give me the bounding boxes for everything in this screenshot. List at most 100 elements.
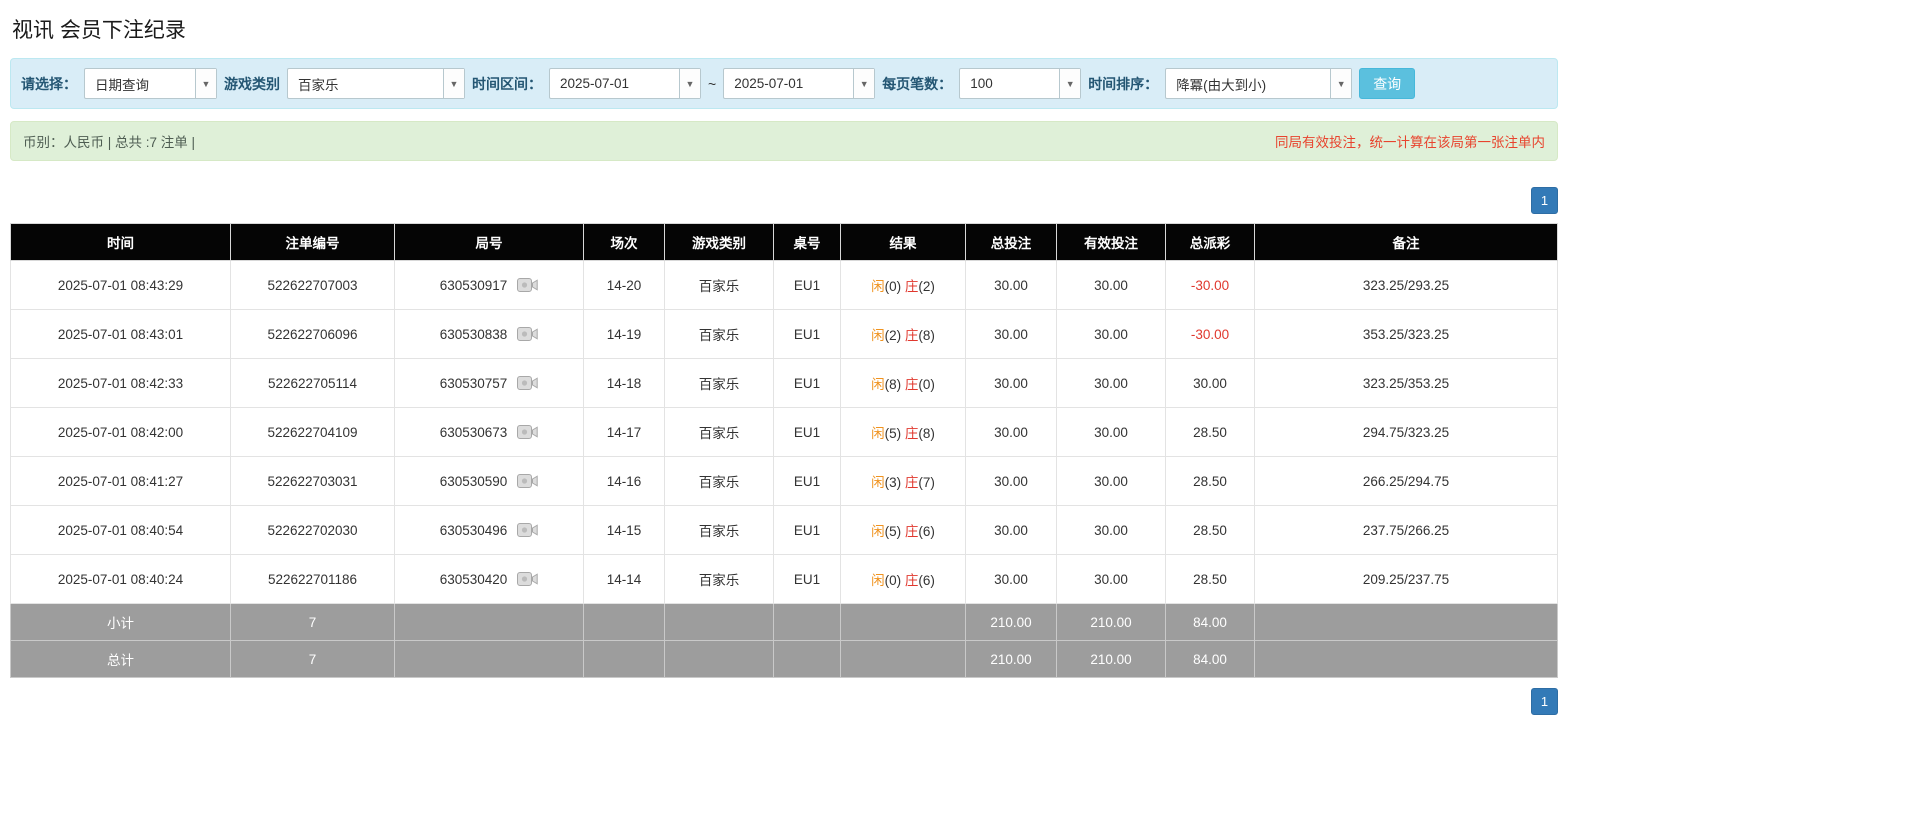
grand-total-payout: 84.00 (1166, 641, 1255, 678)
query-type-select[interactable]: 日期查询 ▼ (84, 68, 217, 99)
table-row: 2025-07-01 08:40:54 522622702030 6305304… (11, 506, 1558, 555)
player-result-value: (5) (885, 426, 902, 441)
cell-round-id: 630530496 (395, 506, 584, 555)
replay-video-icon[interactable] (517, 277, 538, 293)
page-1-button[interactable]: 1 (1531, 187, 1558, 214)
cell-remark: 237.75/266.25 (1255, 506, 1558, 555)
cell-table-no: EU1 (774, 506, 841, 555)
cell-total-bet[interactable]: 30.00 (966, 310, 1057, 359)
sort-order-select[interactable]: 降冪(由大到小) ▼ (1165, 68, 1352, 99)
banker-result-value: (6) (918, 573, 935, 588)
cell-payout: 28.50 (1166, 408, 1255, 457)
cell-round-id: 630530673 (395, 408, 584, 457)
filter-bar: 请选择： 日期查询 ▼ 游戏类别 百家乐 ▼ 时间区间： 2025-07-01 … (10, 58, 1558, 109)
col-game-type: 游戏类别 (665, 224, 774, 261)
cell-total-bet[interactable]: 30.00 (966, 457, 1057, 506)
banker-result-label: 庄 (905, 475, 919, 490)
page-container: 视讯 会员下注纪录 请选择： 日期查询 ▼ 游戏类别 百家乐 ▼ 时间区间： 2… (10, 14, 1558, 715)
cell-game-type: 百家乐 (665, 457, 774, 506)
cell-valid-bet: 30.00 (1057, 555, 1166, 604)
cell-time: 2025-07-01 08:42:00 (11, 408, 231, 457)
game-type-select[interactable]: 百家乐 ▼ (287, 68, 465, 99)
cell-time: 2025-07-01 08:41:27 (11, 457, 231, 506)
date-to-value: 2025-07-01 (724, 69, 853, 98)
cell-remark: 353.25/323.25 (1255, 310, 1558, 359)
cell-round-id: 630530757 (395, 359, 584, 408)
table-row: 2025-07-01 08:40:24 522622701186 6305304… (11, 555, 1558, 604)
cell-remark: 323.25/353.25 (1255, 359, 1558, 408)
cell-total-bet[interactable]: 30.00 (966, 261, 1057, 310)
cell-table-no: EU1 (774, 359, 841, 408)
cell-session: 14-18 (584, 359, 665, 408)
date-to-select[interactable]: 2025-07-01 ▼ (723, 68, 875, 99)
cell-valid-bet: 30.00 (1057, 506, 1166, 555)
replay-video-icon[interactable] (517, 522, 538, 538)
player-result-value: (2) (885, 328, 902, 343)
player-result-value: (0) (885, 573, 902, 588)
chevron-down-icon: ▼ (1330, 69, 1351, 98)
replay-video-icon[interactable] (517, 473, 538, 489)
cell-game-type: 百家乐 (665, 506, 774, 555)
currency-summary-text: 币别：人民币 | 总共 :7 注单 | (23, 131, 195, 151)
cell-payout: -30.00 (1166, 310, 1255, 359)
col-round-id: 局号 (395, 224, 584, 261)
replay-video-icon[interactable] (517, 571, 538, 587)
cell-total-bet[interactable]: 30.00 (966, 408, 1057, 457)
player-result-label: 闲 (871, 426, 885, 441)
chevron-down-icon: ▼ (443, 69, 464, 98)
per-page-select[interactable]: 100 ▼ (959, 68, 1081, 99)
table-row: 2025-07-01 08:41:27 522622703031 6305305… (11, 457, 1558, 506)
player-result-label: 闲 (871, 279, 885, 294)
cell-session: 14-20 (584, 261, 665, 310)
chevron-down-icon: ▼ (1059, 69, 1080, 98)
replay-video-icon[interactable] (517, 326, 538, 342)
round-id-text: 630530757 (440, 376, 508, 391)
player-result-value: (3) (885, 475, 902, 490)
cell-result: 闲(8) 庄(0) (841, 359, 966, 408)
col-table-no: 桌号 (774, 224, 841, 261)
round-id-text: 630530838 (440, 327, 508, 342)
cell-bet-id: 522622703031 (231, 457, 395, 506)
subtotal-payout: 84.00 (1166, 604, 1255, 641)
col-payout: 总派彩 (1166, 224, 1255, 261)
cell-round-id: 630530917 (395, 261, 584, 310)
cell-bet-id: 522622704109 (231, 408, 395, 457)
cell-payout: 28.50 (1166, 555, 1255, 604)
col-bet-id: 注单编号 (231, 224, 395, 261)
cell-result: 闲(5) 庄(6) (841, 506, 966, 555)
cell-valid-bet: 30.00 (1057, 408, 1166, 457)
cell-session: 14-19 (584, 310, 665, 359)
date-from-select[interactable]: 2025-07-01 ▼ (549, 68, 701, 99)
search-button[interactable]: 查询 (1359, 68, 1415, 99)
banker-result-value: (8) (918, 328, 935, 343)
col-result: 结果 (841, 224, 966, 261)
cell-result: 闲(3) 庄(7) (841, 457, 966, 506)
cell-table-no: EU1 (774, 310, 841, 359)
banker-result-value: (6) (918, 524, 935, 539)
cell-remark: 266.25/294.75 (1255, 457, 1558, 506)
table-row: 2025-07-01 08:43:29 522622707003 6305309… (11, 261, 1558, 310)
date-range-label: 时间区间： (472, 74, 542, 94)
replay-video-icon[interactable] (517, 375, 538, 391)
col-session: 场次 (584, 224, 665, 261)
cell-total-bet[interactable]: 30.00 (966, 506, 1057, 555)
cell-result: 闲(5) 庄(8) (841, 408, 966, 457)
banker-result-value: (0) (918, 377, 935, 392)
col-remark: 备注 (1255, 224, 1558, 261)
cell-total-bet[interactable]: 30.00 (966, 359, 1057, 408)
cell-table-no: EU1 (774, 457, 841, 506)
subtotal-count: 7 (231, 604, 395, 641)
cell-table-no: EU1 (774, 555, 841, 604)
subtotal-total-bet: 210.00 (966, 604, 1057, 641)
page-1-button[interactable]: 1 (1531, 688, 1558, 715)
pagination-top: 1 (10, 187, 1558, 214)
cell-remark: 294.75/323.25 (1255, 408, 1558, 457)
table-totals: 小计 7 210.00 210.00 84.00 总计 7 210.00 210… (11, 604, 1558, 678)
grand-total-valid-bet: 210.00 (1057, 641, 1166, 678)
cell-total-bet[interactable]: 30.00 (966, 555, 1057, 604)
pagination-bottom: 1 (10, 688, 1558, 715)
table-body: 2025-07-01 08:43:29 522622707003 6305309… (11, 261, 1558, 604)
grand-total-total-bet: 210.00 (966, 641, 1057, 678)
replay-video-icon[interactable] (517, 424, 538, 440)
col-time: 时间 (11, 224, 231, 261)
